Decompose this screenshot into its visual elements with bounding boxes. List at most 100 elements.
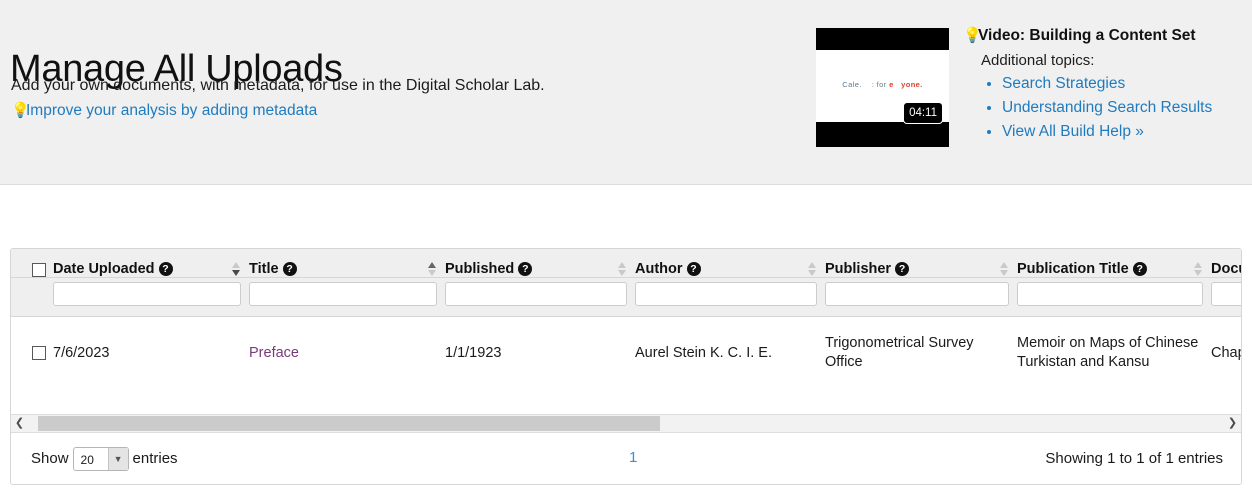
- filter-cell-empty: [11, 278, 53, 317]
- row-select-cell: [11, 317, 53, 390]
- filter-input-document-type[interactable]: [1211, 282, 1242, 306]
- filter-cell-published: [445, 278, 635, 317]
- table-scroll-viewport: Date Uploaded? Title? Published?: [11, 249, 1242, 414]
- column-header-author[interactable]: Author?: [635, 249, 825, 278]
- table-footer: Show 20 ▼ entries 1 Showing 1 to 1 of 1 ent…: [11, 433, 1241, 483]
- help-panel-title: 💡Video: Building a Content Set: [963, 26, 1248, 46]
- showing-entries-info: Showing 1 to 1 of 1 entries: [1045, 447, 1223, 471]
- help-subheading: Additional topics:: [981, 50, 1248, 72]
- improve-analysis-label: Improve your analysis by adding metadata: [26, 102, 317, 119]
- table-header-row: Date Uploaded? Title? Published?: [11, 249, 1242, 278]
- question-mark-icon[interactable]: ?: [1133, 262, 1147, 276]
- filter-input-date-uploaded[interactable]: [53, 282, 241, 306]
- sort-toggle-published[interactable]: [618, 262, 627, 276]
- filter-input-title[interactable]: [249, 282, 437, 306]
- column-header-label: Publisher?: [825, 261, 909, 277]
- page-length-control: Show 20 ▼ entries: [31, 447, 178, 471]
- list-item: Search Strategies: [1002, 72, 1248, 96]
- scroll-left-arrow-icon[interactable]: ❮: [11, 415, 28, 432]
- help-links-list: Search Strategies Understanding Search R…: [963, 72, 1248, 144]
- select-all-header: [11, 249, 53, 278]
- row-select-checkbox[interactable]: [32, 346, 46, 360]
- video-slide-text: Cale. : for e yone.: [816, 80, 949, 89]
- column-header-publication-title[interactable]: Publication Title?: [1017, 249, 1211, 278]
- question-mark-icon[interactable]: ?: [687, 262, 701, 276]
- question-mark-icon[interactable]: ?: [283, 262, 297, 276]
- column-header-published[interactable]: Published?: [445, 249, 635, 278]
- filter-input-author[interactable]: [635, 282, 817, 306]
- lightbulb-icon: 💡: [11, 101, 24, 121]
- sort-toggle-date-uploaded[interactable]: [232, 262, 241, 276]
- column-header-title[interactable]: Title?: [249, 249, 445, 278]
- sort-toggle-author[interactable]: [808, 262, 817, 276]
- filter-cell-title: [249, 278, 445, 317]
- column-header-label: Docu: [1211, 261, 1242, 277]
- scrollbar-track[interactable]: [28, 416, 1224, 431]
- video-slide-word-4: yone.: [901, 80, 923, 89]
- scrollbar-thumb[interactable]: [38, 416, 660, 431]
- help-link-view-all-build-help[interactable]: View All Build Help »: [1002, 123, 1144, 140]
- cell-publication-title: Memoir on Maps of Chinese Turkistan and …: [1017, 317, 1211, 390]
- filter-cell-author: [635, 278, 825, 317]
- help-panel: 💡Video: Building a Content Set Additiona…: [963, 26, 1248, 144]
- column-header-label: Date Uploaded?: [53, 261, 173, 277]
- pagination-page-1[interactable]: 1: [623, 449, 643, 466]
- video-letterbox-top: [816, 28, 949, 50]
- cell-author: Aurel Stein K. C. I. E.: [635, 317, 825, 390]
- help-panel-title-label: Video: Building a Content Set: [978, 27, 1196, 44]
- uploads-table: Date Uploaded? Title? Published?: [11, 249, 1242, 390]
- cell-publisher: Trigonometrical Survey Office: [825, 317, 1017, 390]
- page-header: Manage All Uploads Add your own document…: [0, 0, 1252, 185]
- question-mark-icon[interactable]: ?: [895, 262, 909, 276]
- column-header-label: Title?: [249, 261, 297, 277]
- table-toolbar: Upload Create a Text Document Edit Metad…: [0, 185, 1252, 240]
- video-letterbox-bottom: [816, 122, 949, 147]
- question-mark-icon[interactable]: ?: [159, 262, 173, 276]
- cell-document-type: Chap: [1211, 317, 1242, 390]
- chevron-down-icon: ▼: [108, 448, 128, 470]
- video-slide-word-3: e: [889, 80, 894, 89]
- column-header-label: Published?: [445, 261, 532, 277]
- uploads-table-card: Date Uploaded? Title? Published?: [10, 248, 1242, 485]
- column-header-date-uploaded[interactable]: Date Uploaded?: [53, 249, 249, 278]
- filter-cell-publisher: [825, 278, 1017, 317]
- column-header-document-type[interactable]: Docu: [1211, 249, 1242, 278]
- sort-toggle-publisher[interactable]: [1000, 262, 1009, 276]
- entries-label: entries: [133, 450, 178, 467]
- video-slide-word-2: : for: [872, 80, 887, 89]
- sort-toggle-publication-title[interactable]: [1194, 262, 1203, 276]
- pagination: 1: [623, 449, 643, 466]
- list-item: View All Build Help »: [1002, 120, 1248, 144]
- table-row: 7/6/2023 Preface 1/1/1923 Aurel Stein K.…: [11, 317, 1242, 390]
- document-title-link[interactable]: Preface: [249, 345, 299, 361]
- horizontal-scrollbar[interactable]: ❮ ❯: [11, 414, 1241, 433]
- filter-cell-date-uploaded: [53, 278, 249, 317]
- improve-analysis-link[interactable]: 💡Improve your analysis by adding metadat…: [11, 101, 317, 121]
- filter-cell-document-type: [1211, 278, 1242, 317]
- show-label: Show: [31, 450, 69, 467]
- sort-toggle-title[interactable]: [428, 262, 437, 276]
- filter-input-published[interactable]: [445, 282, 627, 306]
- cell-date-uploaded: 7/6/2023: [53, 317, 249, 390]
- page-length-select[interactable]: 20 ▼: [73, 447, 129, 471]
- table-filter-row: [11, 278, 1242, 317]
- column-header-label: Publication Title?: [1017, 261, 1147, 277]
- select-all-checkbox[interactable]: [32, 263, 46, 277]
- video-thumbnail[interactable]: Cale. : for e yone. 04:11: [816, 28, 949, 147]
- cell-title: Preface: [249, 317, 445, 390]
- video-slide-word-1: Cale.: [842, 80, 862, 89]
- list-item: Understanding Search Results: [1002, 96, 1248, 120]
- help-link-understanding-search-results[interactable]: Understanding Search Results: [1002, 99, 1212, 116]
- question-mark-icon[interactable]: ?: [518, 262, 532, 276]
- column-header-publisher[interactable]: Publisher?: [825, 249, 1017, 278]
- column-header-label: Author?: [635, 261, 701, 277]
- scroll-right-arrow-icon[interactable]: ❯: [1224, 415, 1241, 432]
- help-link-search-strategies[interactable]: Search Strategies: [1002, 75, 1125, 92]
- page-length-value: 20: [81, 448, 94, 472]
- filter-cell-publication-title: [1017, 278, 1211, 317]
- page-subtitle: Add your own documents, with metadata, f…: [11, 76, 545, 96]
- filter-input-publisher[interactable]: [825, 282, 1009, 306]
- filter-input-publication-title[interactable]: [1017, 282, 1203, 306]
- video-duration-badge: 04:11: [903, 102, 943, 124]
- cell-published: 1/1/1923: [445, 317, 635, 390]
